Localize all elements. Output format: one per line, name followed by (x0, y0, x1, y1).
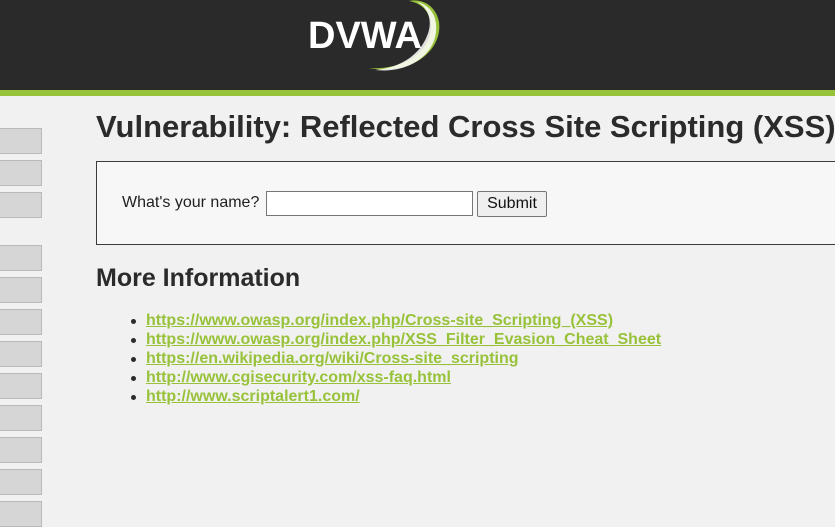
list-item: http://www.cgisecurity.com/xss-faq.html (128, 369, 661, 388)
dvwa-logo[interactable]: DVWA (305, 0, 445, 78)
list-item: https://www.owasp.org/index.php/Cross-si… (128, 312, 661, 331)
site-header: DVWA (0, 0, 835, 96)
submit-button[interactable]: Submit (477, 191, 547, 217)
info-link[interactable]: https://www.owasp.org/index.php/XSS_Filt… (146, 331, 661, 348)
info-link[interactable]: http://www.scriptalert1.com/ (146, 388, 360, 405)
info-link[interactable]: https://en.wikipedia.org/wiki/Cross-site… (146, 350, 519, 367)
menu-button[interactable] (0, 128, 42, 154)
menu-button[interactable] (0, 160, 42, 186)
more-info-list: https://www.owasp.org/index.php/Cross-si… (128, 312, 661, 407)
list-item: https://en.wikipedia.org/wiki/Cross-site… (128, 350, 661, 369)
menu-button[interactable] (0, 309, 42, 335)
list-item: https://www.owasp.org/index.php/XSS_Filt… (128, 331, 661, 350)
list-item: http://www.scriptalert1.com/ (128, 388, 661, 407)
svg-text:DVWA: DVWA (308, 15, 422, 57)
xss-form-box: What's your name? Submit (96, 161, 835, 245)
menu-button[interactable] (0, 373, 42, 399)
page-title: Vulnerability: Reflected Cross Site Scri… (96, 109, 835, 144)
info-link[interactable]: https://www.owasp.org/index.php/Cross-si… (146, 312, 613, 329)
menu-button[interactable] (0, 245, 42, 271)
menu-button[interactable] (0, 277, 42, 303)
more-info-heading: More Information (96, 264, 301, 292)
menu-button[interactable] (0, 405, 42, 431)
name-label: What's your name? (122, 194, 260, 211)
menu-button[interactable] (0, 501, 42, 527)
menu-button[interactable] (0, 192, 42, 218)
menu-button[interactable] (0, 341, 42, 367)
info-link[interactable]: http://www.cgisecurity.com/xss-faq.html (146, 369, 451, 386)
menu-button[interactable] (0, 437, 42, 463)
name-input[interactable] (266, 191, 473, 216)
